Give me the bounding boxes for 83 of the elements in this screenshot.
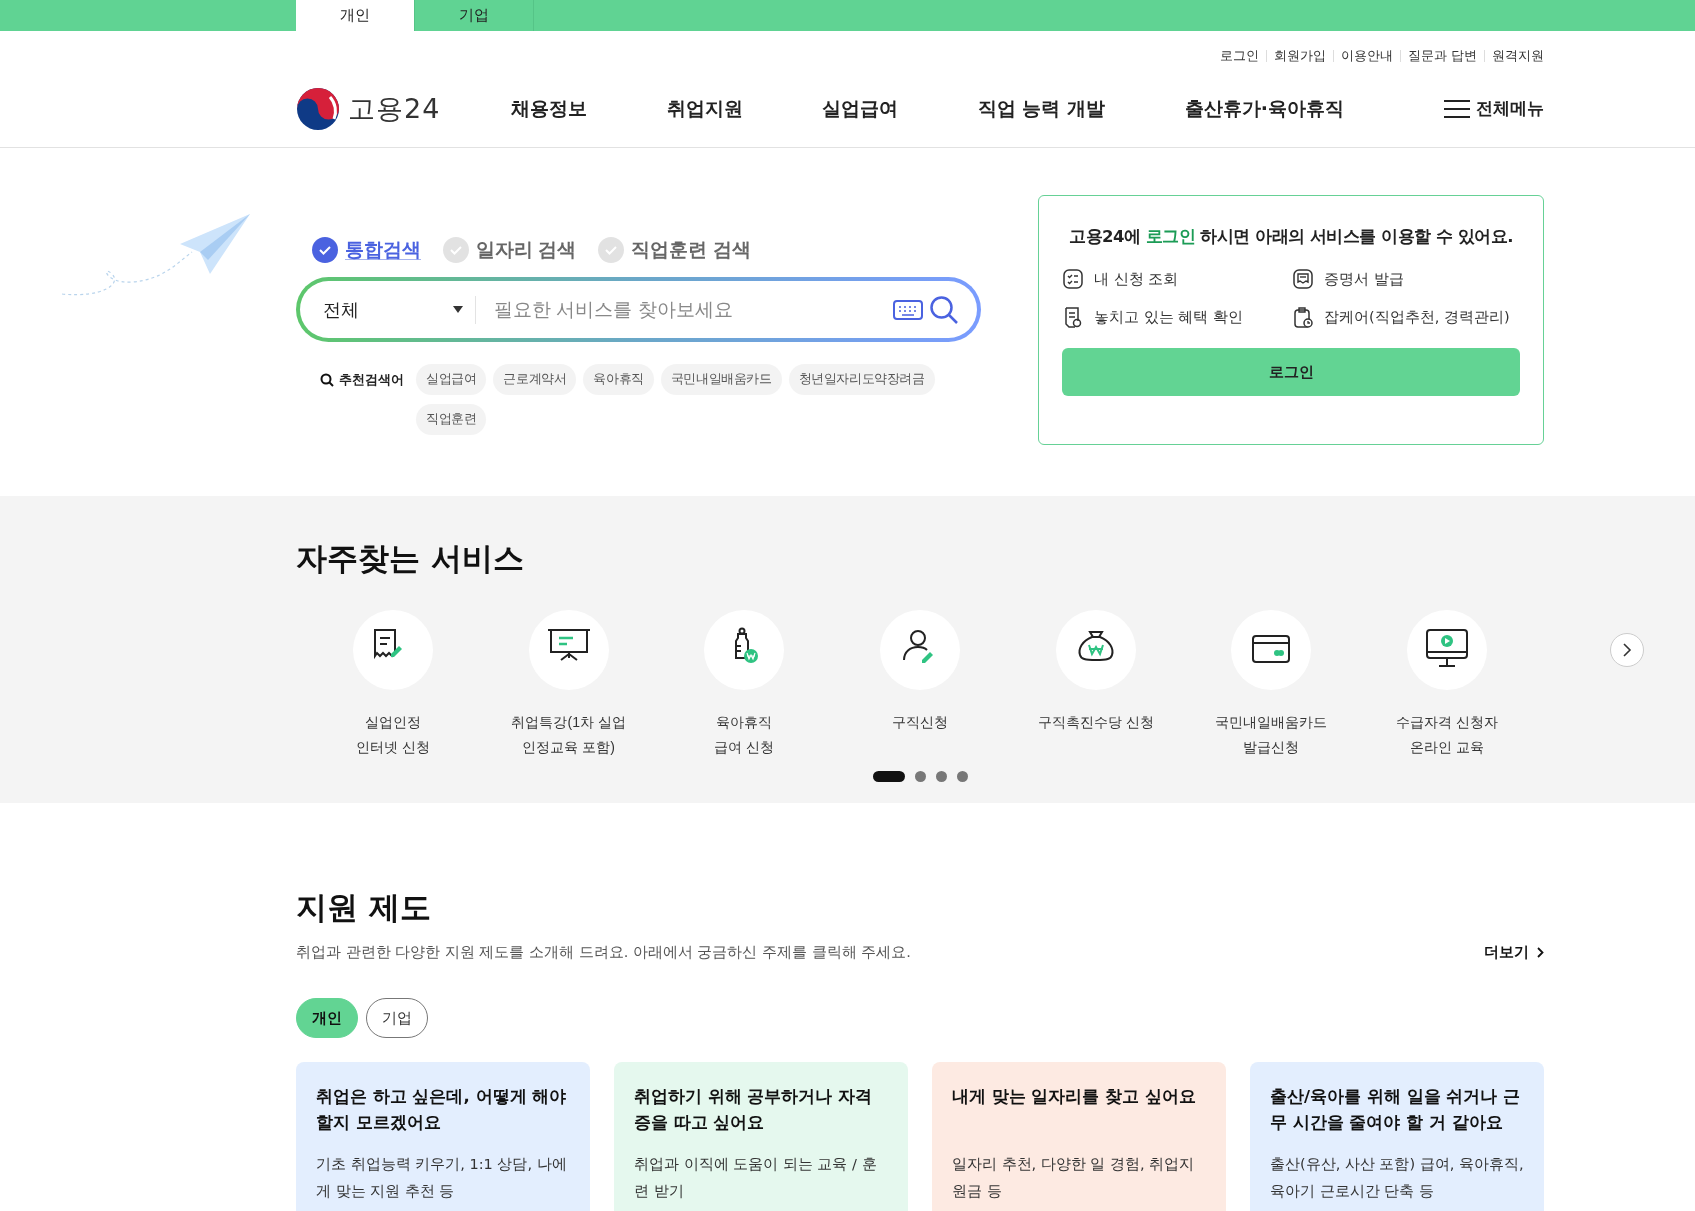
service-shortcut[interactable]: 수급자격 신청자 온라인 교육 (1371, 610, 1522, 759)
service-shortcut[interactable]: 취업특강(1차 실업 인정교육 포함) (493, 610, 644, 759)
person-pen-icon (879, 610, 960, 690)
utility-link[interactable]: 회원가입 (1266, 50, 1333, 62)
card-text: 출산(유산, 사산 포함) 급여, 육아휴직, 육아기 근로시간 단축 등 (1270, 1155, 1524, 1201)
topic-card[interactable]: 내게 맞는 일자리를 찾고 싶어요 일자리 추천, 다양한 일 경험, 취업지원금 등 (932, 1062, 1226, 1211)
carousel-dot[interactable] (914, 771, 926, 782)
search-type-tab[interactable]: 통합검색 (312, 237, 421, 263)
recommend-label: 추천검색어 (339, 370, 404, 389)
keyword-chip[interactable]: 육아휴직 (583, 364, 654, 395)
card-text: 기초 취업능력 키우기, 1:1 상담, 나에게 맞는 지원 추천 등 (316, 1155, 568, 1201)
utility-link[interactable]: 이용안내 (1333, 50, 1400, 62)
service-link[interactable]: 증명서 발급 (1324, 269, 1404, 289)
keyword-chip[interactable]: 실업급여 (416, 364, 487, 395)
certificate-icon (1292, 268, 1314, 290)
section-description: 취업과 관련한 다양한 지원 제도를 소개해 드려요. 아래에서 궁금하신 주제를 클릭해 주세요. (296, 943, 911, 962)
topic-card[interactable]: 취업하기 위해 공부하거나 자격증을 따고 싶어요 취업과 이직에 도움이 되는 교육 / 훈련 받기 (614, 1062, 908, 1211)
service-shortcut[interactable]: 실업인정 인터넷 신청 (318, 610, 468, 759)
card-text: 일자리 추천, 다양한 일 경험, 취업지원금 등 (952, 1155, 1196, 1201)
service-link[interactable]: 잡케어(직업추천, 경력관리) (1324, 307, 1510, 327)
money-bag-icon (1055, 610, 1136, 690)
next-button[interactable] (1610, 633, 1644, 667)
search-input[interactable]: 필요한 서비스를 찾아보세요 (492, 297, 893, 322)
topic-card[interactable]: 취업은 하고 싶은데, 어떻게 해야 할지 모르겠어요 기초 취업능력 키우기, 1:1 상담, 나에게 맞는 지원 추천 등 (296, 1062, 590, 1211)
carousel-dot[interactable] (956, 771, 968, 782)
service-link[interactable]: 놓치고 있는 혜택 확인 (1094, 307, 1243, 327)
nav-link[interactable]: 실업급여 (822, 95, 899, 122)
credit-card-icon (1231, 610, 1312, 690)
baby-bottle-icon (704, 610, 785, 690)
caret-icon (453, 306, 463, 313)
section-title: 지원 제도 (296, 888, 432, 927)
utility-link[interactable]: 원격지원 (1484, 50, 1544, 62)
check-circle-icon (598, 237, 625, 263)
clipboard-clock-icon (1292, 306, 1314, 328)
checklist-icon (1062, 268, 1084, 290)
service-shortcut[interactable]: 구직촉진수당 신청 (1020, 610, 1171, 759)
document-icon (1062, 306, 1084, 328)
nav-link[interactable]: 취업지원 (666, 95, 743, 122)
service-link[interactable]: 내 신청 조회 (1094, 269, 1179, 289)
search-type-tab[interactable]: 일자리 검색 (443, 237, 577, 263)
search-icon (320, 372, 334, 387)
card-text: 취업과 이직에 도움이 되는 교육 / 훈련 받기 (634, 1155, 878, 1201)
search-type-tab[interactable]: 직업훈련 검색 (598, 237, 751, 263)
nav-link[interactable]: 출산휴가·육아휴직 (1184, 95, 1344, 122)
login-prompt: 고용24에 로그인 하시면 아래의 서비스를 이용할 수 있어요. (1068, 226, 1514, 248)
chevron-right-icon (1622, 643, 1632, 657)
check-circle-icon (443, 237, 469, 263)
utility-link[interactable]: 질문과 답변 (1400, 50, 1484, 62)
check-circle-icon (312, 237, 338, 263)
chevron-right-icon (1537, 947, 1544, 958)
category-tab[interactable]: 기업 (366, 998, 428, 1038)
search-icon[interactable] (929, 294, 959, 325)
login-button[interactable]: 로그인 (1062, 348, 1520, 396)
card-title: 취업은 하고 싶은데, 어떻게 해야 할지 모르겠어요 (316, 1086, 568, 1135)
carousel-dot[interactable] (935, 771, 947, 782)
nav-link[interactable]: 채용정보 (511, 95, 587, 122)
logo-text[interactable]: 고용24 (348, 90, 441, 127)
service-shortcut[interactable]: 육아휴직 급여 신청 (669, 610, 820, 759)
audience-tab[interactable]: 기업 (415, 0, 534, 31)
keyword-chip[interactable]: 근로계약서 (493, 364, 577, 395)
monitor-play-icon (1406, 610, 1487, 690)
taegeuk-logo-icon (296, 86, 340, 131)
utility-link[interactable]: 로그인 (1213, 50, 1266, 62)
more-link[interactable]: 더보기 (1484, 943, 1544, 962)
presentation-board-icon (528, 610, 609, 690)
card-title: 취업하기 위해 공부하거나 자격증을 따고 싶어요 (634, 1086, 874, 1135)
card-title: 출산/육아를 위해 일을 쉬거나 근무 시간을 줄여야 할 거 같아요 (1270, 1086, 1521, 1135)
keyboard-icon[interactable] (893, 299, 923, 320)
scope-dropdown[interactable]: 전체 (318, 295, 476, 324)
form-pen-icon (353, 610, 433, 690)
keyword-chip[interactable]: 청년일자리도약장려금 (788, 364, 935, 395)
all-menu-button[interactable]: 전체메뉴 (1444, 97, 1544, 120)
topic-card[interactable]: 출산/육아를 위해 일을 쉬거나 근무 시간을 줄여야 할 거 같아요 출산(유산, 사산 포함) 급여, 육아휴직, 육아기 근로시간 단축 등 (1250, 1062, 1544, 1211)
card-title: 내게 맞는 일자리를 찾고 싶어요 (952, 1086, 1197, 1108)
menu-icon (1444, 98, 1470, 119)
keyword-chip[interactable]: 국민내일배움카드 (660, 364, 782, 395)
category-tab[interactable]: 개인 (296, 998, 358, 1038)
nav-link[interactable]: 직업 능력 개발 (977, 95, 1106, 122)
section-title: 자주찾는 서비스 (296, 539, 525, 578)
keyword-chip[interactable]: 직업훈련 (416, 404, 487, 435)
service-shortcut[interactable]: 국민내일배움카드 발급신청 (1196, 610, 1347, 759)
service-shortcut[interactable]: 구직신청 (844, 610, 995, 759)
audience-tab[interactable]: 개인 (296, 0, 415, 31)
